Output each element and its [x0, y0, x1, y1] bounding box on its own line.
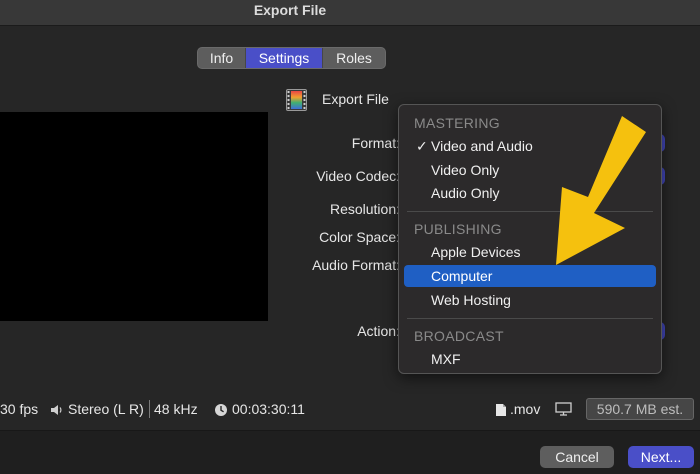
- action-label: Action:: [357, 323, 400, 339]
- menu-item-video-only[interactable]: Video Only: [404, 159, 656, 181]
- size-estimate-field: 590.7 MB est.: [586, 398, 694, 420]
- menu-item-audio-only[interactable]: Audio Only: [404, 182, 656, 204]
- menu-separator: [407, 211, 653, 212]
- menu-section-broadcast: BROADCAST: [414, 328, 504, 344]
- tab-bar: Info Settings Roles: [197, 47, 386, 69]
- sample-rate-readout: 48 kHz: [154, 401, 198, 417]
- menu-section-publishing: PUBLISHING: [414, 221, 502, 237]
- button-bar: Cancel Next...: [0, 430, 700, 474]
- video-codec-label: Video Codec:: [316, 168, 400, 184]
- video-preview: [0, 112, 268, 321]
- menu-item-apple-devices[interactable]: Apple Devices: [404, 241, 656, 263]
- tab-settings[interactable]: Settings: [246, 48, 322, 68]
- clock-icon: [215, 404, 227, 416]
- tab-roles[interactable]: Roles: [322, 48, 385, 68]
- menu-item-label: Apple Devices: [431, 244, 521, 260]
- duration-readout: 00:03:30:11: [232, 401, 305, 417]
- audio-channels-readout: Stereo (L R): [68, 401, 144, 417]
- checkmark-icon: ✓: [416, 138, 428, 154]
- status-divider: [149, 400, 150, 418]
- format-dropdown-menu: MASTERING ✓ Video and Audio Video Only A…: [398, 104, 662, 374]
- tab-info[interactable]: Info: [198, 48, 246, 68]
- menu-item-label: Computer: [431, 268, 493, 284]
- resolution-label: Resolution:: [329, 201, 400, 217]
- fps-readout: 30 fps: [0, 401, 39, 417]
- menu-item-computer[interactable]: Computer: [404, 265, 656, 287]
- film-strip-icon: [286, 89, 307, 111]
- next-button[interactable]: Next...: [628, 446, 694, 468]
- menu-item-label: Web Hosting: [431, 292, 511, 308]
- menu-item-label: Video Only: [431, 162, 500, 178]
- file-type-readout: .mov: [510, 401, 541, 417]
- menu-item-video-and-audio[interactable]: ✓ Video and Audio: [404, 135, 656, 157]
- title-bar: Export File: [0, 0, 700, 26]
- menu-item-label: Audio Only: [431, 185, 500, 201]
- menu-item-label: MXF: [431, 351, 461, 367]
- menu-item-web-hosting[interactable]: Web Hosting: [404, 289, 656, 311]
- menu-separator: [407, 318, 653, 319]
- display-icon: [555, 402, 572, 416]
- format-label: Format:: [351, 135, 400, 151]
- export-file-label: Export File: [322, 91, 389, 107]
- audio-format-label: Audio Format:: [312, 257, 400, 273]
- menu-section-mastering: MASTERING: [414, 115, 500, 131]
- cancel-button[interactable]: Cancel: [540, 446, 614, 468]
- status-bar: 30 fps Stereo (L R) 48 kHz 00:03:30:11 .…: [0, 394, 700, 424]
- document-icon: [496, 404, 506, 416]
- window-title: Export File: [253, 2, 327, 18]
- color-space-label: Color Space:: [319, 229, 400, 245]
- menu-item-label: Video and Audio: [431, 138, 533, 154]
- menu-item-mxf[interactable]: MXF: [404, 348, 656, 370]
- speaker-icon: [51, 405, 62, 415]
